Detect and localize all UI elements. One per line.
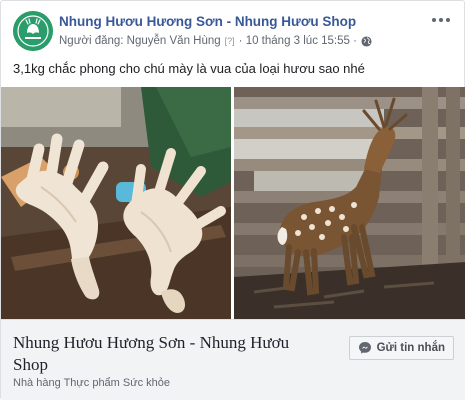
page-avatar[interactable]	[13, 11, 53, 51]
page-name-link[interactable]: Nhung Hươu Hương Sơn - Nhung Hươu Shop	[59, 14, 356, 29]
shop-logo-icon	[13, 11, 53, 51]
page-footer: Nhung Hươu Hương Sơn - Nhung Hươu Shop N…	[1, 319, 465, 400]
posted-by-tag[interactable]: [?]	[225, 36, 235, 46]
more-options-icon[interactable]	[429, 11, 453, 29]
send-message-button[interactable]: Gửi tin nhắn	[348, 336, 454, 360]
posted-by[interactable]: Người đăng: Nguyễn Văn Hùng	[59, 35, 221, 47]
antlers-photo[interactable]	[1, 87, 231, 319]
post-header: Nhung Hươu Hương Sơn - Nhung Hươu Shop N…	[13, 11, 453, 53]
send-message-label: Gửi tin nhắn	[376, 342, 445, 354]
post-text: 3,1kg chắc phong cho chú mày là vua của …	[13, 61, 365, 76]
facebook-post: Nhung Hươu Hương Sơn - Nhung Hươu Shop N…	[0, 0, 465, 400]
post-photos	[1, 87, 465, 319]
messenger-icon	[358, 342, 371, 354]
footer-page-category: Nhà hàng Thực phẩm Sức khỏe	[13, 377, 171, 389]
post-timestamp[interactable]: · 10 tháng 3 lúc 15:55 ·	[239, 35, 357, 47]
footer-page-title[interactable]: Nhung Hươu Hương Sơn - Nhung Hươu Shop	[13, 332, 313, 376]
globe-icon[interactable]	[361, 35, 372, 47]
deer-photo[interactable]	[234, 87, 465, 319]
post-meta: Người đăng: Nguyễn Văn Hùng [?] · 10 thá…	[59, 35, 372, 47]
